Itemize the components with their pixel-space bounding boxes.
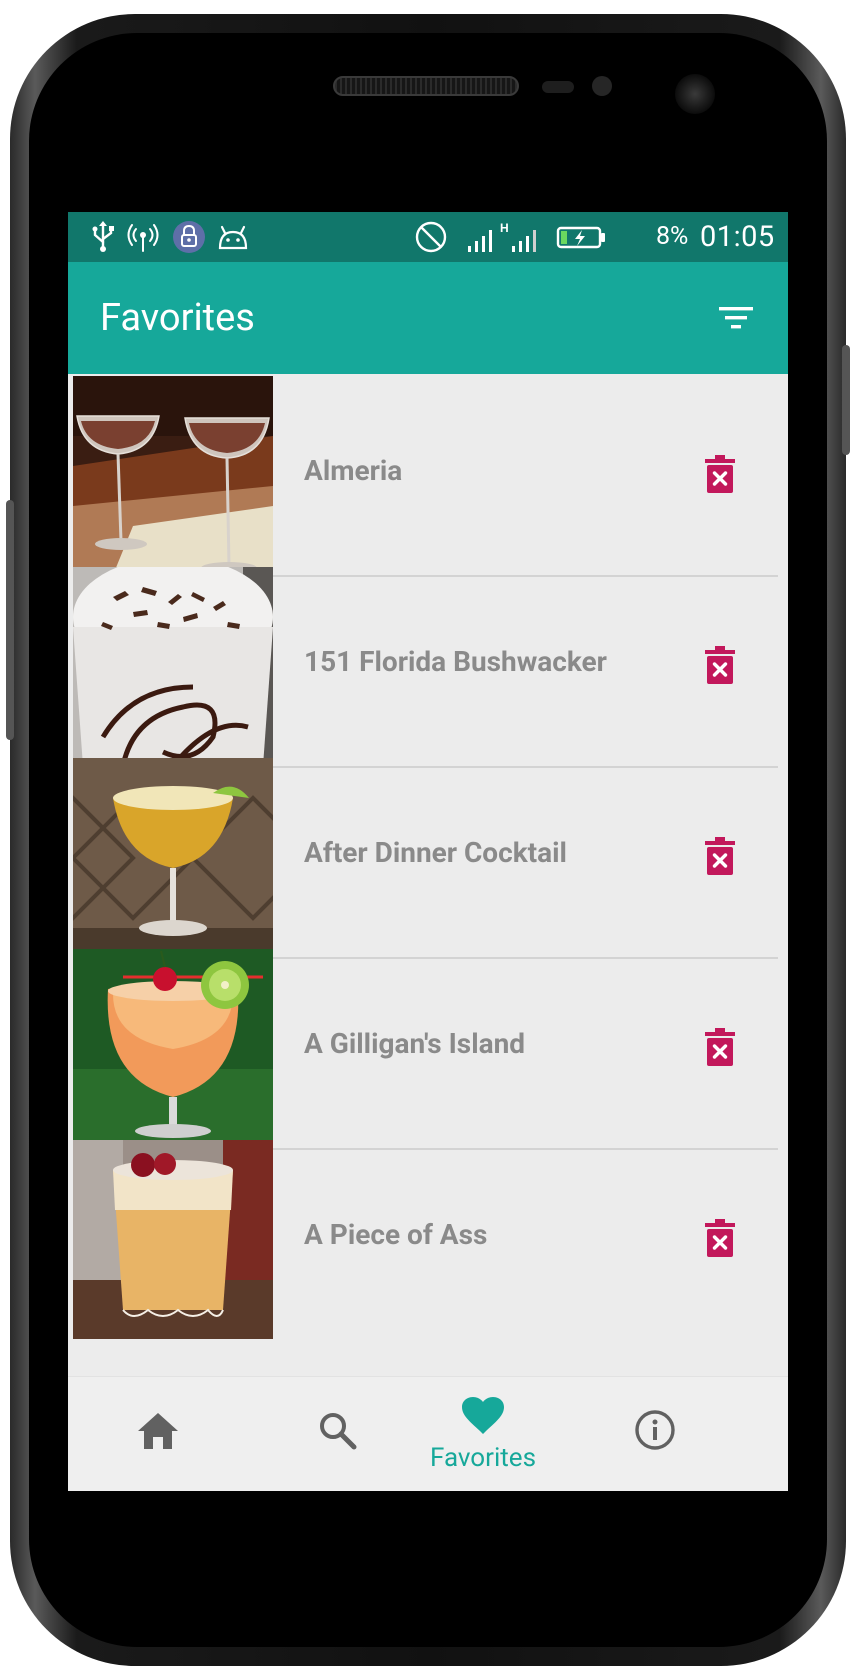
front-camera — [675, 74, 715, 114]
info-icon — [634, 1409, 676, 1455]
status-bar: H 8% 01:05 — [68, 212, 788, 262]
favorite-item[interactable]: 151 Florida Bushwacker — [73, 565, 778, 768]
favorite-item[interactable]: A Gilligan's Island — [73, 947, 778, 1150]
cocktail-thumbnail — [73, 567, 273, 766]
home-icon — [137, 1411, 179, 1455]
proximity-sensor — [542, 81, 574, 93]
volume-button — [6, 500, 14, 740]
delete-forever-icon[interactable] — [705, 646, 735, 684]
screen: H 8% 01:05 Favorites Almeria 151 Florida… — [68, 212, 788, 1491]
nav-favorites[interactable]: Favorites — [393, 1377, 573, 1491]
delete-forever-icon[interactable] — [705, 1219, 735, 1257]
cocktail-thumbnail — [73, 1140, 273, 1339]
search-icon — [318, 1411, 358, 1455]
app-bar: Favorites — [68, 262, 788, 374]
favorite-name: After Dinner Cocktail — [304, 836, 567, 869]
battery-percent: 8% — [656, 222, 689, 251]
nav-home[interactable] — [68, 1377, 248, 1491]
cocktail-thumbnail — [73, 376, 273, 575]
lock-icon — [172, 220, 206, 254]
do-not-disturb-icon — [414, 220, 448, 254]
filter-list-icon[interactable] — [716, 298, 756, 338]
favorite-name: A Piece of Ass — [304, 1218, 488, 1251]
earpiece-speaker — [333, 76, 519, 96]
signal-icon: H — [466, 220, 546, 254]
page-title: Favorites — [100, 296, 255, 340]
clock: 01:05 — [700, 220, 775, 254]
delete-forever-icon[interactable] — [705, 1028, 735, 1066]
favorite-name: Almeria — [304, 454, 403, 487]
favorites-list: Almeria 151 Florida Bushwacker After Din… — [68, 374, 788, 1376]
favorite-name: A Gilligan's Island — [304, 1027, 526, 1060]
light-sensor — [592, 76, 612, 96]
wireless-icon — [126, 220, 160, 254]
battery-charging-icon — [556, 220, 608, 254]
cocktail-thumbnail — [73, 949, 273, 1148]
favorite-item[interactable]: After Dinner Cocktail — [73, 756, 778, 959]
android-debug-icon — [216, 220, 250, 254]
favorite-item[interactable]: Almeria — [73, 374, 778, 577]
nav-favorites-label: Favorites — [430, 1443, 536, 1473]
delete-forever-icon[interactable] — [705, 837, 735, 875]
delete-forever-icon[interactable] — [705, 455, 735, 493]
nav-info[interactable] — [565, 1377, 745, 1491]
heart-icon — [462, 1397, 504, 1439]
cocktail-thumbnail — [73, 758, 273, 957]
usb-icon — [90, 220, 116, 254]
favorite-item[interactable]: A Piece of Ass — [73, 1138, 778, 1341]
network-type-label: H — [500, 221, 509, 235]
power-button — [842, 345, 850, 455]
bottom-navigation: Favorites — [68, 1376, 788, 1491]
favorite-name: 151 Florida Bushwacker — [304, 645, 607, 678]
